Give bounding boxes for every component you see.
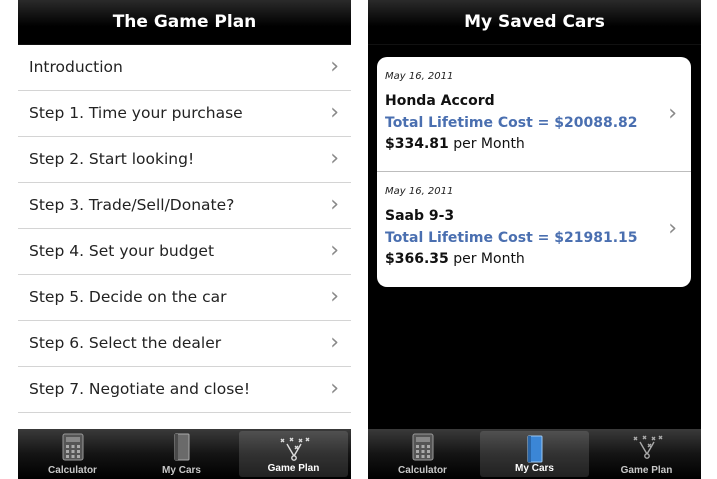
- cost-value: $21981.15: [554, 230, 638, 246]
- tab-calculator[interactable]: Calculator: [368, 429, 477, 479]
- list-item-label: Step 3. Trade/Sell/Donate?: [29, 196, 235, 214]
- list-item-step-4[interactable]: Step 4. Set your budget ›: [18, 229, 351, 275]
- chevron-right-icon: ›: [330, 284, 339, 309]
- saved-car-item[interactable]: May 16, 2011 Honda Accord Total Lifetime…: [377, 57, 691, 172]
- cost-label: Total Lifetime Cost =: [385, 230, 555, 246]
- list-item-label: Step 4. Set your budget: [29, 242, 215, 260]
- tab-label: My Cars: [515, 463, 554, 474]
- cost-label: Total Lifetime Cost =: [385, 115, 555, 131]
- list-item-step-7[interactable]: Step 7. Negotiate and close! ›: [18, 367, 351, 413]
- tab-game-plan[interactable]: Game Plan: [239, 431, 348, 477]
- list-item-label: Step 7. Negotiate and close!: [29, 380, 251, 398]
- nav-bar: My Saved Cars: [368, 0, 701, 45]
- car-monthly-cost: $366.35 per Month: [385, 251, 525, 267]
- car-lifetime-cost: Total Lifetime Cost = $20088.82: [385, 115, 638, 131]
- tab-label: Game Plan: [267, 463, 320, 474]
- list-item-label: Introduction: [29, 58, 123, 76]
- car-monthly-cost: $334.81 per Month: [385, 136, 525, 152]
- page-title: The Game Plan: [112, 12, 257, 32]
- list-item-label: Step 5. Decide on the car: [29, 288, 227, 306]
- book-icon: [174, 433, 189, 461]
- list-item-step-1[interactable]: Step 1. Time your purchase ›: [18, 91, 351, 137]
- monthly-unit: per Month: [453, 136, 525, 152]
- chevron-right-icon: ›: [330, 54, 339, 79]
- calculator-icon: [62, 433, 83, 461]
- calculator-icon: [412, 433, 433, 461]
- car-lifetime-cost: Total Lifetime Cost = $21981.15: [385, 230, 638, 246]
- saved-cars-screen: My Saved Cars May 16, 2011 Honda Accord …: [368, 0, 701, 479]
- tab-game-plan[interactable]: Game Plan: [592, 429, 701, 479]
- list-item-step-2[interactable]: Step 2. Start looking! ›: [18, 137, 351, 183]
- page-title: My Saved Cars: [464, 12, 605, 32]
- list-item-label: Step 1. Time your purchase: [29, 104, 243, 122]
- play-diagram-icon: [280, 437, 309, 461]
- list-item-step-5[interactable]: Step 5. Decide on the car ›: [18, 275, 351, 321]
- book-icon: [527, 435, 542, 463]
- chevron-right-icon: ›: [330, 192, 339, 217]
- nav-bar: The Game Plan: [18, 0, 351, 45]
- car-name: Saab 9-3: [385, 208, 455, 224]
- chevron-right-icon: ›: [330, 238, 339, 263]
- tab-bar: Calculator My Cars Game Plan: [368, 429, 701, 479]
- chevron-right-icon: ›: [330, 100, 339, 125]
- tab-bar: Calculator My Cars Game Plan: [18, 429, 351, 479]
- list-item-label: Step 2. Start looking!: [29, 150, 195, 168]
- chevron-right-icon: ›: [330, 376, 339, 401]
- monthly-value: $334.81: [385, 136, 449, 152]
- tab-my-cars[interactable]: My Cars: [127, 429, 236, 479]
- car-date: May 16, 2011: [385, 186, 454, 197]
- saved-car-item[interactable]: May 16, 2011 Saab 9-3 Total Lifetime Cos…: [377, 172, 691, 286]
- game-plan-screen: The Game Plan Introduction › Step 1. Tim…: [18, 0, 351, 479]
- car-date: May 16, 2011: [385, 71, 454, 82]
- tab-my-cars[interactable]: My Cars: [480, 431, 589, 477]
- list-item-label: Step 6. Select the dealer: [29, 334, 222, 352]
- chevron-right-icon: ›: [668, 101, 677, 126]
- list-item-step-3[interactable]: Step 3. Trade/Sell/Donate? ›: [18, 183, 351, 229]
- chevron-right-icon: ›: [330, 330, 339, 355]
- tab-label: My Cars: [162, 465, 201, 476]
- game-plan-list: Introduction › Step 1. Time your purchas…: [18, 45, 351, 429]
- list-item-introduction[interactable]: Introduction ›: [18, 45, 351, 91]
- car-name: Honda Accord: [385, 93, 495, 109]
- chevron-right-icon: ›: [668, 216, 677, 241]
- tab-label: Calculator: [398, 465, 447, 476]
- monthly-value: $366.35: [385, 251, 449, 267]
- chevron-right-icon: ›: [330, 146, 339, 171]
- monthly-unit: per Month: [453, 251, 525, 267]
- list-item-step-6[interactable]: Step 6. Select the dealer ›: [18, 321, 351, 367]
- tab-calculator[interactable]: Calculator: [18, 429, 127, 479]
- tab-label: Game Plan: [620, 465, 673, 476]
- tab-label: Calculator: [48, 465, 97, 476]
- cost-value: $20088.82: [554, 115, 638, 131]
- saved-cars-list: May 16, 2011 Honda Accord Total Lifetime…: [377, 57, 691, 287]
- play-diagram-icon: [633, 435, 662, 459]
